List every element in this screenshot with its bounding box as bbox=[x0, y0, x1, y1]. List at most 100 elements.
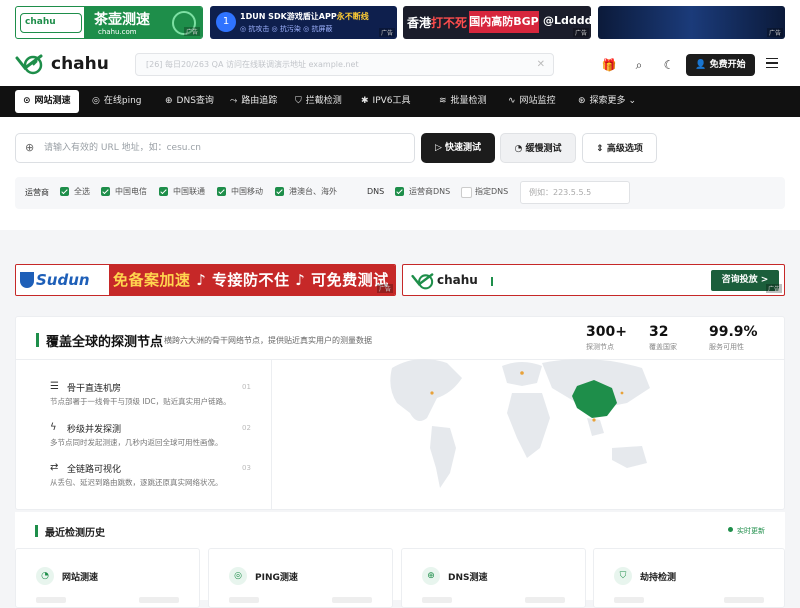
history-card-hijack[interactable]: ⛉ 劫持检测 bbox=[593, 548, 785, 608]
ad-tag: 广告 bbox=[765, 284, 782, 293]
speed-icon: ⊙ bbox=[23, 96, 31, 106]
ad-tag: 广告 bbox=[376, 284, 393, 293]
dns-label: DNS bbox=[367, 187, 385, 196]
carrier-label: 运营商 bbox=[25, 188, 49, 197]
nav-explore-more[interactable]: ⊛ 探索更多 ⌄ bbox=[570, 90, 644, 113]
site-header: chahu [26] 每日20/263 QA 访问在线联调演示地址 exampl… bbox=[0, 44, 800, 86]
node-marker bbox=[592, 418, 596, 422]
ad-hk-b: 国内高防BGP bbox=[469, 11, 539, 33]
globe-icon: ⊕ bbox=[25, 141, 35, 154]
recent-history-section: 最近检测历史 实时更新 ◔ 网站测速 ◎ PING测速 ⊕ DNS测速 ⛉ 劫持… bbox=[15, 512, 785, 608]
advanced-options-button[interactable]: ⇕ 高级选项 bbox=[582, 133, 657, 163]
gauge-icon: ◔ bbox=[36, 567, 54, 585]
options-row: 运营商 全选 中国电信 中国联通 中国移动 港澳台、海外 DNS 运营商DNS … bbox=[15, 177, 785, 209]
announcement-ticker[interactable]: [26] 每日20/263 QA 访问在线联调演示地址 example.net … bbox=[135, 53, 554, 76]
free-start-button[interactable]: 👤 免费开始 bbox=[686, 54, 755, 76]
ping-icon: ◎ bbox=[92, 96, 100, 106]
carrier-overseas[interactable]: 港澳台、海外 bbox=[275, 187, 337, 197]
ad-1dun-banner[interactable]: 1 1DUN SDK游戏盾让APP永不断线 ◎ 抗攻击 ◎ 抗污染 ◎ 抗屏蔽 … bbox=[210, 6, 397, 39]
history-card-dns[interactable]: ⊕ DNS测速 bbox=[401, 548, 586, 608]
nav-route-trace[interactable]: ⤳ 路由追踪 bbox=[222, 90, 285, 113]
ad-1dun-title: 1DUN SDK游戏盾让APP永不断线 bbox=[240, 12, 369, 21]
nav-dns-query[interactable]: ⊕ DNS查询 bbox=[157, 90, 222, 113]
ad-chahu-url: chahu.com bbox=[98, 28, 137, 36]
node-marker bbox=[430, 391, 434, 395]
nav-batch-check[interactable]: ≋ 批量检测 bbox=[431, 90, 495, 113]
ad-tag: 广告 bbox=[378, 28, 395, 37]
ad-hk-a: 香港打不死 bbox=[407, 16, 468, 30]
main-nav: ⊙ 网站测速 ◎ 在线ping ⊕ DNS查询 ⤳ 路由追踪 ⛉ 拦截检测 ✱ IPV6工具… bbox=[0, 86, 800, 117]
gift-icon[interactable]: 🎁 bbox=[601, 57, 617, 73]
ad-tag: 广告 bbox=[183, 27, 200, 36]
carrier-telecom[interactable]: 中国电信 bbox=[101, 187, 147, 197]
route-icon: ⤳ bbox=[230, 96, 238, 106]
sudun-logo: Sudun bbox=[16, 265, 106, 295]
ping-icon: ◎ bbox=[229, 567, 247, 585]
chevron-up-down-icon: ⇕ bbox=[596, 144, 604, 154]
section-accent-bar bbox=[36, 333, 39, 347]
ad-hk-banner[interactable]: 香港打不死 国内高防BGP @Ldddd 广告 bbox=[403, 6, 591, 39]
fast-test-button[interactable]: ▷ 快速测试 bbox=[421, 133, 495, 163]
ad-blue-banner[interactable]: 广告 bbox=[598, 6, 785, 39]
carrier-unicom[interactable]: 中国联通 bbox=[159, 187, 205, 197]
brand-name: chahu bbox=[51, 54, 109, 74]
search-icon[interactable]: ⌕ bbox=[631, 57, 647, 73]
ad-tag: 广告 bbox=[766, 28, 783, 37]
close-icon[interactable]: ✕ bbox=[537, 54, 545, 75]
globe-icon: ⊕ bbox=[165, 96, 173, 106]
dns-custom-option[interactable]: 指定DNS bbox=[461, 187, 508, 198]
bolt-icon: ϟ bbox=[50, 422, 57, 433]
hamburger-menu-icon[interactable] bbox=[766, 58, 778, 68]
section-accent-bar bbox=[35, 525, 38, 537]
node-marker bbox=[620, 391, 624, 395]
shield-icon: ⛉ bbox=[614, 567, 632, 585]
url-input[interactable]: ⊕ 请输入有效的 URL 地址，如：cesu.cn bbox=[15, 133, 415, 163]
divider bbox=[271, 360, 272, 510]
moon-icon[interactable]: ☾ bbox=[661, 57, 677, 73]
timer-icon: ◔ bbox=[514, 144, 523, 154]
slow-test-button[interactable]: ◔ 缓慢测试 bbox=[500, 133, 576, 163]
dns-carrier-option[interactable]: 运营商DNS bbox=[395, 187, 450, 197]
1dun-badge-icon: 1 bbox=[216, 12, 236, 32]
play-icon: ▷ bbox=[434, 143, 442, 153]
live-update-status: 实时更新 bbox=[728, 526, 765, 536]
nav-online-ping[interactable]: ◎ 在线ping bbox=[84, 90, 150, 113]
ad-1dun-sub: ◎ 抗攻击 ◎ 抗污染 ◎ 抗屏蔽 bbox=[240, 25, 333, 33]
nav-website-speed[interactable]: ⊙ 网站测速 bbox=[15, 90, 79, 113]
nav-block-check[interactable]: ⛉ 拦截检测 bbox=[287, 90, 350, 113]
server-icon: ☰ bbox=[50, 381, 59, 392]
chahu-logo-icon bbox=[411, 273, 434, 290]
compass-icon: ⊛ bbox=[578, 96, 586, 106]
carrier-mobile[interactable]: 中国移动 bbox=[217, 187, 263, 197]
dns-input[interactable]: 例如：223.5.5.5 bbox=[520, 181, 630, 204]
share-icon: ⇄ bbox=[50, 462, 59, 473]
nav-site-monitor[interactable]: ∿ 网站监控 bbox=[500, 90, 564, 113]
carrier-select-all[interactable]: 全选 bbox=[60, 187, 90, 197]
brand-logo[interactable]: chahu bbox=[15, 52, 109, 76]
ad-chahu-placement[interactable]: chahu 咨询投放 > 广告 bbox=[402, 264, 785, 296]
layers-icon: ≋ bbox=[439, 96, 447, 106]
chahu-ad-logo: chahu bbox=[20, 13, 82, 33]
chahu-logo-icon bbox=[15, 54, 43, 75]
node-marker bbox=[520, 371, 524, 375]
nav-ipv6-tools[interactable]: ✱ IPV6工具 bbox=[353, 90, 419, 113]
ipv6-icon: ✱ bbox=[361, 96, 369, 106]
url-placeholder: 请输入有效的 URL 地址，如：cesu.cn bbox=[44, 143, 201, 153]
top-ad-strip: chahu 茶壶测速 chahu.com 广告 1 1DUN SDK游戏盾让AP… bbox=[0, 0, 800, 44]
history-card-website-speed[interactable]: ◔ 网站测速 bbox=[15, 548, 200, 608]
monitor-icon: ∿ bbox=[508, 96, 516, 106]
ad-sudun-banner[interactable]: Sudun 免备案加速 ♪ 专接防不住 ♪ 可免费测试 广告 bbox=[15, 264, 396, 296]
ad-tag: 广告 bbox=[572, 28, 589, 37]
ad-chahu-title: 茶壶测速 bbox=[94, 12, 150, 28]
history-card-ping[interactable]: ◎ PING测速 bbox=[208, 548, 393, 608]
speed-test-panel: ⊕ 请输入有效的 URL 地址，如：cesu.cn ▷ 快速测试 ◔ 缓慢测试 … bbox=[0, 117, 800, 230]
world-node-map[interactable] bbox=[372, 348, 672, 498]
chahu-ad-name: chahu bbox=[437, 273, 478, 287]
globe-icon: ⊕ bbox=[422, 567, 440, 585]
ad-chahu-banner[interactable]: chahu 茶壶测速 chahu.com 广告 bbox=[15, 6, 203, 39]
nodes-subtitle: 横跨六大洲的骨干网络节点，提供贴近真实用户的测量数据 bbox=[164, 336, 372, 345]
ad-hk-c: @Ldddd bbox=[543, 14, 591, 27]
nodes-title: 覆盖全球的探测节点 bbox=[46, 335, 164, 350]
mid-ad-strip: Sudun 免备案加速 ♪ 专接防不住 ♪ 可免费测试 广告 chahu 咨询投… bbox=[0, 230, 800, 310]
shield-icon: ⛉ bbox=[295, 96, 302, 106]
